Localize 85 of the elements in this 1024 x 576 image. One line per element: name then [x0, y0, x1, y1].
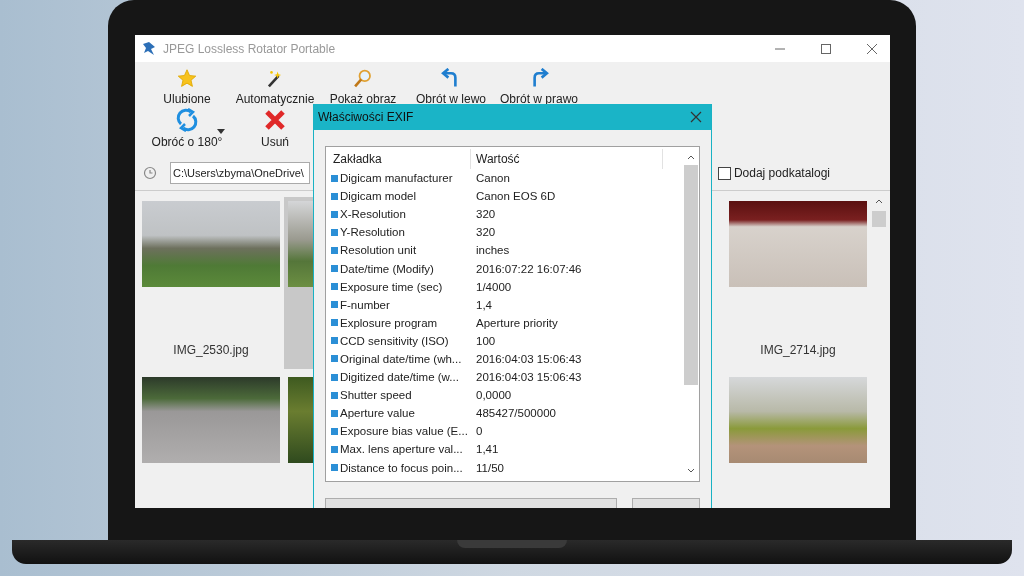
toolbar-button[interactable]: Obrót w lewo	[407, 68, 495, 106]
tag-name: Digitized date/time (w...	[340, 371, 459, 384]
tag-value: 2016:07:22 16:07:46	[475, 262, 582, 275]
tag-name: Distance to focus poin...	[340, 461, 463, 474]
square-icon	[331, 464, 338, 472]
tag-name: Exposure bias value (E...	[340, 425, 468, 438]
square-icon	[331, 337, 338, 345]
tag-name: Resolution unit	[340, 244, 417, 257]
square-icon	[331, 427, 338, 435]
history-icon[interactable]	[143, 166, 157, 180]
maximize-icon[interactable]	[820, 42, 832, 55]
tag-name: X-Resolution	[340, 208, 406, 221]
toolbar-button[interactable]: Obrót w prawo	[495, 68, 583, 106]
square-icon	[331, 174, 338, 182]
scroll-up-icon[interactable]	[686, 153, 696, 161]
tag-name: Y-Resolution	[340, 226, 405, 239]
column-header[interactable]: Wartość	[471, 149, 663, 169]
square-icon	[331, 409, 338, 417]
tag-name: Max. lens aperture val...	[340, 443, 463, 456]
tag-value: 11/50	[475, 461, 504, 474]
star-icon	[175, 68, 199, 89]
tag-name: Aperture value	[340, 407, 415, 420]
dropdown-caret-icon[interactable]	[217, 128, 225, 134]
thumbnail[interactable]: IMG_2714.jpg	[725, 197, 871, 369]
square-icon	[331, 283, 338, 291]
square-icon	[331, 265, 338, 272]
tag-name: Digicam model	[340, 190, 417, 203]
tag-value: 320	[475, 226, 496, 239]
tag-value: 485427/500000	[475, 407, 556, 420]
square-icon	[331, 301, 338, 309]
file-name: IMG_2714.jpg	[760, 343, 836, 357]
close-icon[interactable]	[690, 111, 702, 123]
square-icon	[331, 391, 338, 399]
photo-placeholder[interactable]	[729, 201, 867, 287]
toolbar-button[interactable]: Automatycznie	[231, 68, 319, 106]
tag-value: inches	[475, 244, 510, 257]
square-icon	[331, 319, 338, 327]
tag-value: 1,41	[475, 443, 499, 456]
cross-icon	[263, 108, 287, 132]
square-icon	[331, 228, 338, 236]
tag-name: Digicam manufacturer	[340, 172, 453, 185]
scroll-thumb[interactable]	[872, 211, 886, 227]
tag-value: 2016:04:03 15:06:43	[475, 371, 582, 384]
photo-placeholder[interactable]	[142, 377, 280, 463]
scroll-down-icon[interactable]	[686, 467, 696, 475]
tag-value: 0,0000	[475, 389, 512, 402]
tag-value: Canon	[475, 172, 510, 185]
path-field[interactable]: C:\Users\zbyma\OneDrive\	[170, 162, 310, 184]
tag-value: 320	[475, 208, 496, 221]
tag-value: 0	[475, 425, 483, 438]
column-header[interactable]: Zakładka	[331, 149, 471, 169]
window-title: JPEG Lossless Rotator Portable	[163, 41, 336, 56]
toolbar-button[interactable]: Obróć o 180°	[143, 108, 231, 154]
dialog-title: Właściwości EXIF	[318, 110, 414, 124]
tag-name: Exposure time (sec)	[340, 280, 443, 293]
tag-name: Explosure program	[340, 316, 438, 329]
tag-value: 100	[475, 334, 496, 347]
square-icon	[331, 355, 338, 363]
tag-name: F-number	[340, 298, 390, 311]
thumbnail[interactable]: IMG_2530.jpg	[138, 197, 284, 369]
tag-name: CCD sensitivity (ISO)	[340, 334, 449, 347]
toolbar-button[interactable]: Usuń	[231, 108, 319, 154]
tag-value: 1/4000	[475, 280, 512, 293]
circular-arrows-icon	[175, 108, 199, 132]
tag-name: Shutter speed	[340, 389, 412, 402]
file-name: IMG_2530.jpg	[173, 343, 249, 357]
square-icon	[331, 210, 338, 218]
tag-name: Date/time (Modify)	[340, 262, 434, 275]
app-icon	[141, 40, 157, 57]
close-icon[interactable]	[866, 42, 878, 55]
toolbar-button[interactable]: Pokaż obraz	[319, 68, 407, 106]
checkbox-label: Dodaj podkatalogi	[733, 166, 830, 180]
checkbox[interactable]	[717, 166, 731, 180]
square-icon	[331, 246, 338, 254]
toolbar-button[interactable]: Ulubione	[143, 68, 231, 106]
square-icon	[331, 373, 338, 381]
square-icon	[331, 445, 338, 453]
scroll-up-icon[interactable]	[874, 197, 884, 205]
thumbnail[interactable]	[284, 197, 313, 369]
square-icon	[331, 192, 338, 200]
tag-value: 1,4	[475, 298, 492, 311]
tag-value: Canon EOS 6D	[475, 190, 556, 203]
tag-value: 2016:04:03 15:06:43	[475, 353, 582, 365]
tag-value: Aperture priority	[475, 316, 558, 329]
tag-name: Original date/time (wh...	[340, 353, 462, 365]
